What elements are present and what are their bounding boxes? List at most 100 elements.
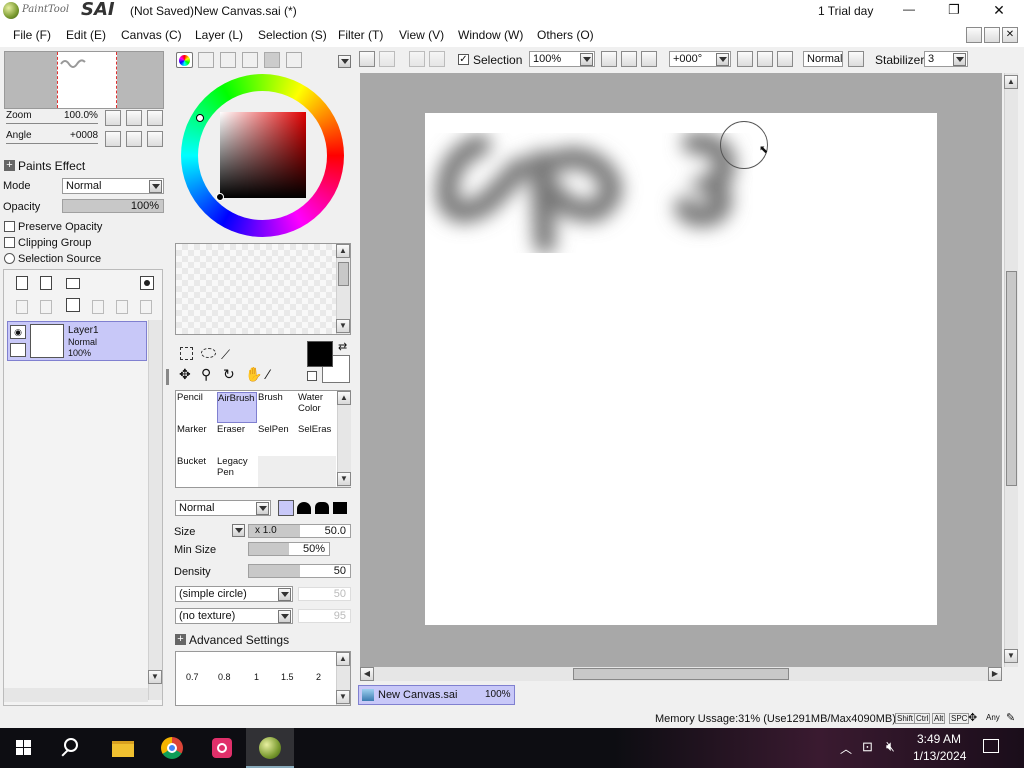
density-slider[interactable]: 50 [248,564,351,578]
layer-hscrollbar[interactable] [4,688,148,702]
merge-down-icon[interactable] [40,300,52,314]
min-size-slider[interactable]: 50% [248,542,330,556]
layer-mask-icon[interactable] [140,276,154,290]
hand-icon[interactable]: ✋ [245,366,262,383]
chevron-down-icon[interactable] [580,53,593,66]
zoom-out-button[interactable] [105,110,121,126]
size-mult-chevron-icon[interactable] [232,524,245,537]
panel-splitter[interactable] [166,369,169,385]
paint-tool-sai-taskbar-icon[interactable] [246,728,294,768]
brush-texture-select[interactable]: (no texture) [175,608,293,624]
tool-legacy-pen[interactable]: Legacy Pen [217,456,257,487]
color-sv-square[interactable] [220,112,306,198]
menu-filter[interactable]: Filter (T) [338,28,383,42]
start-icon[interactable] [0,728,48,768]
foreground-color[interactable] [307,341,333,367]
menu-view[interactable]: View (V) [399,28,444,42]
deselect-button[interactable] [409,51,425,67]
layer-scrollbar[interactable]: ▼ [148,320,162,700]
maximize-button[interactable]: ❐ [943,2,965,20]
preset-size[interactable]: 1.5 [281,672,294,682]
chrome-icon[interactable] [148,728,196,768]
hue-marker[interactable] [196,114,204,122]
chevron-down-icon[interactable] [716,53,729,66]
transfer-down-icon[interactable] [16,300,28,314]
preset-size[interactable]: 1 [254,672,259,682]
panel-menu-chevron-icon[interactable] [338,55,351,68]
tool-scrollbar[interactable]: ▲ ▼ [337,391,351,487]
advanced-settings-label[interactable]: Advanced Settings [189,633,289,647]
plus-icon[interactable]: + [175,634,186,645]
rotate-left-button[interactable] [105,131,121,147]
scroll-up-icon[interactable]: ▲ [1004,75,1018,89]
scroll-down-icon[interactable]: ▼ [1004,649,1018,663]
lasso-icon[interactable] [201,348,216,358]
notification-icon[interactable] [983,739,999,753]
rotate-reset-button[interactable] [777,51,793,67]
chevron-up-icon[interactable]: ︿ [840,740,852,757]
zoom-out-button[interactable] [601,51,617,67]
rotate-reset-button[interactable] [147,131,163,147]
preset-size[interactable]: 0.8 [218,672,231,682]
brush-blend-select[interactable]: Normal [175,500,271,516]
eye-icon[interactable]: ◉ [10,325,26,339]
zoom-select[interactable]: 100% [529,51,595,67]
menu-layer[interactable]: Layer (L) [195,28,243,42]
scroll-right-icon[interactable]: ▶ [988,667,1002,681]
scratchpad-tab-icon[interactable] [286,52,302,68]
scroll-left-icon[interactable]: ◀ [360,667,374,681]
minimize-button[interactable]: — [898,2,920,20]
app-icon[interactable] [198,728,246,768]
rotate-right-button[interactable] [757,51,773,67]
brush-shape-flat-icon[interactable] [333,502,347,514]
selection-source-radio[interactable] [4,253,15,264]
stabilizer-select[interactable]: 3 [924,51,968,67]
menu-selection[interactable]: Selection (S) [258,28,327,42]
undo-button[interactable] [359,51,375,67]
network-icon[interactable]: ⊡ [862,739,873,755]
merge-visible-icon[interactable] [116,300,128,314]
redo-button[interactable] [379,51,395,67]
volume-icon[interactable]: 🔇︎ [886,738,895,755]
layer-mode-select[interactable]: Normal [62,178,164,194]
menu-others[interactable]: Others (O) [537,28,594,42]
delete-layer-icon[interactable] [92,300,104,314]
tool-eraser[interactable]: Eraser [217,424,257,455]
swatches-tab-icon[interactable] [242,52,258,68]
brush-shape-soft-icon[interactable] [297,502,311,514]
tool-watercolor[interactable]: Water Color [298,392,336,423]
selection-checkbox[interactable]: ✓ [458,54,469,65]
swap-colors-icon[interactable]: ⇄ [338,340,347,353]
flatten-icon[interactable] [140,300,152,314]
brush-shape-select[interactable]: (simple circle) [175,586,293,602]
tool-brush[interactable]: Brush [258,392,298,423]
chevron-down-icon[interactable] [278,588,291,601]
chevron-down-icon[interactable] [278,610,291,623]
zoom-in-button[interactable] [621,51,637,67]
color-wheel-tab-icon[interactable] [176,52,193,68]
zoom-reset-button[interactable] [147,110,163,126]
canvas-paper[interactable]: ⬉ [425,113,937,625]
user-swatch-tab-icon[interactable] [264,52,280,68]
brush-shape-round-icon[interactable] [315,502,329,514]
preset-size[interactable]: 2 [316,672,321,682]
file-explorer-icon[interactable] [98,728,146,768]
rotate-left-button[interactable] [737,51,753,67]
rect-select-icon[interactable] [180,347,193,360]
brush-icon[interactable] [10,343,26,357]
layer-row[interactable]: ◉ Layer1 Normal 100% [7,321,147,361]
mdi-restore-button[interactable] [984,27,1000,43]
close-button[interactable]: ✕ [988,2,1010,20]
clock-time[interactable]: 3:49 AM [917,732,961,746]
magic-wand-icon[interactable]: ⟋ [221,347,230,363]
menu-file[interactable]: File (F) [13,28,51,42]
sv-marker[interactable] [216,193,224,201]
rgb-slider-tab-icon[interactable] [198,52,214,68]
rotate-right-button[interactable] [126,131,142,147]
search-icon[interactable] [48,728,96,768]
chevron-down-icon[interactable] [953,53,966,66]
canvas-vscrollbar[interactable]: ▲ ▼ [1004,73,1018,667]
document-tab[interactable]: New Canvas.sai 100% [358,685,515,705]
zoom-reset-button[interactable] [641,51,657,67]
invert-selection-button[interactable] [429,51,445,67]
